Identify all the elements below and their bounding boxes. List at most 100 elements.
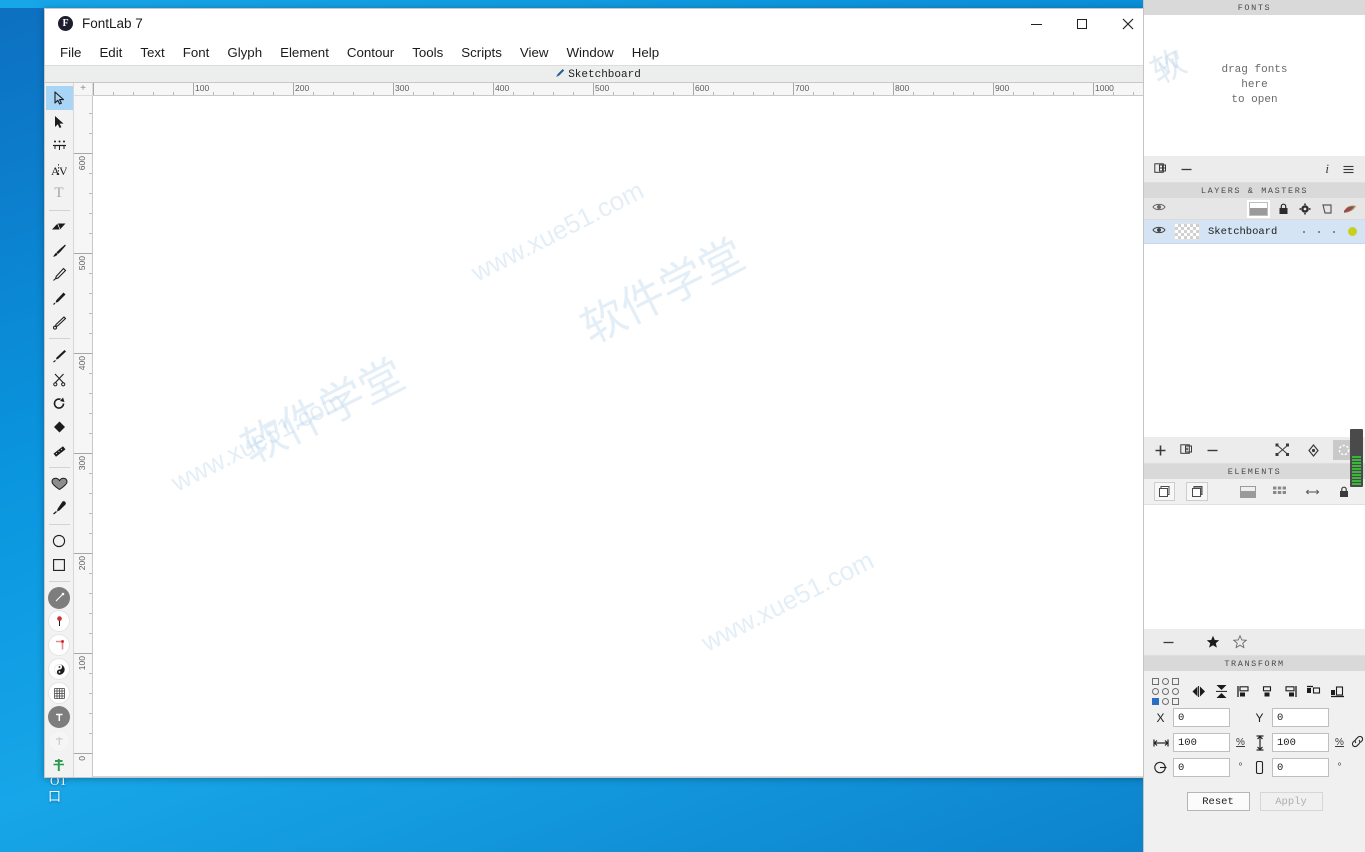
layer-row[interactable]: Sketchboard <box>1144 220 1365 244</box>
rapid-pen-tool[interactable] <box>46 286 73 310</box>
height-input[interactable]: 100 <box>1272 733 1329 752</box>
horizontal-ruler[interactable]: 100 200 300 400 500 600 700 800 900 1000 <box>93 83 1151 96</box>
plus-element-tool[interactable] <box>46 753 73 777</box>
shape-fill-tool[interactable] <box>46 472 73 496</box>
tab-sketchboard[interactable]: Sketchboard <box>555 66 641 84</box>
layer-color-dot[interactable] <box>1348 227 1357 236</box>
anchor-top-left[interactable] <box>1152 677 1159 685</box>
layer-thumbnail-icon[interactable] <box>1249 201 1268 216</box>
lock-icon[interactable] <box>1278 203 1289 215</box>
paint-bucket-tool[interactable] <box>46 415 73 439</box>
ruler-tool[interactable] <box>46 439 73 463</box>
align-left-icon[interactable] <box>1237 685 1251 698</box>
layers-panel-body[interactable] <box>1144 244 1365 437</box>
eraser-tool[interactable] <box>46 215 73 239</box>
ellipse-tool[interactable] <box>46 529 73 553</box>
anchor-top-right[interactable] <box>1172 677 1179 685</box>
menu-element[interactable]: Element <box>271 42 338 63</box>
flip-vertical-icon[interactable] <box>1215 684 1228 699</box>
apply-button[interactable]: Apply <box>1259 792 1323 811</box>
rotate-input[interactable]: 0 <box>1173 758 1230 777</box>
minimize-button[interactable] <box>1013 9 1059 39</box>
menu-view[interactable]: View <box>511 42 558 63</box>
flip-horizontal-icon[interactable] <box>1191 685 1206 698</box>
x-input[interactable]: 0 <box>1173 708 1230 727</box>
scissors-tool[interactable] <box>46 367 73 391</box>
kerning-tool[interactable]: A V <box>46 158 73 182</box>
remove-layer-icon[interactable] <box>1180 163 1193 176</box>
add-icon[interactable] <box>1154 444 1167 457</box>
anchor-top-center[interactable] <box>1162 677 1169 685</box>
info-icon[interactable]: i <box>1325 161 1329 177</box>
width-unit[interactable]: % <box>1234 737 1247 748</box>
anchor-middle-center[interactable] <box>1162 687 1169 695</box>
menu-font[interactable]: Font <box>174 42 219 63</box>
layer-flag-dot[interactable] <box>1303 230 1305 233</box>
menu-tools[interactable]: Tools <box>403 42 452 63</box>
anchor-bottom-left[interactable] <box>1152 697 1159 705</box>
new-element-icon[interactable] <box>1154 482 1176 501</box>
layer-visibility-icon[interactable] <box>1152 225 1174 238</box>
eyedropper-tool[interactable] <box>46 496 73 520</box>
anchor-bottom-right[interactable] <box>1172 697 1179 705</box>
rectangle-tool[interactable] <box>46 553 73 577</box>
menu-edit[interactable]: Edit <box>90 42 131 63</box>
pencil-tool[interactable] <box>46 310 73 334</box>
shape-icon[interactable] <box>1321 203 1333 215</box>
settings-icon[interactable] <box>1307 443 1320 457</box>
align-center-icon[interactable] <box>1260 685 1274 698</box>
elements-zoom-slider[interactable] <box>1350 429 1363 487</box>
remove-icon[interactable] <box>1206 444 1219 457</box>
menu-file[interactable]: File <box>51 42 90 63</box>
reset-button[interactable]: Reset <box>1186 792 1250 811</box>
grid-tool[interactable] <box>46 681 73 705</box>
measure-tool[interactable] <box>46 134 73 158</box>
menu-glyph[interactable]: Glyph <box>218 42 271 63</box>
elements-panel-body[interactable] <box>1144 505 1365 629</box>
menu-scripts[interactable]: Scripts <box>452 42 511 63</box>
maximize-button[interactable] <box>1059 9 1105 39</box>
sketchboard-canvas[interactable]: www.xue51.com www.xue51.com www.xue51.co… <box>93 96 1151 777</box>
collapse-icon[interactable] <box>1162 636 1175 649</box>
transform-icon[interactable] <box>1275 443 1290 457</box>
menu-text[interactable]: Text <box>131 42 173 63</box>
height-unit[interactable]: % <box>1333 737 1346 748</box>
direct-select-tool[interactable] <box>46 110 73 134</box>
link-proportions-icon[interactable] <box>1351 735 1364 751</box>
y-input[interactable]: 0 <box>1272 708 1329 727</box>
ghost-tool[interactable] <box>46 729 73 753</box>
width-input[interactable]: 100 <box>1173 733 1230 752</box>
menu-window[interactable]: Window <box>557 42 622 63</box>
ruler-origin-icon[interactable]: + <box>74 83 93 96</box>
knife-tool[interactable] <box>46 343 73 367</box>
slant-input[interactable]: 0 <box>1272 758 1329 777</box>
star-outline-icon[interactable] <box>1233 635 1247 649</box>
select-arrow-tool[interactable] <box>45 86 73 110</box>
thumbnail-view-icon[interactable] <box>1237 482 1258 501</box>
pin-tool[interactable] <box>46 610 73 634</box>
menu-icon[interactable] <box>1342 163 1355 176</box>
gear-icon[interactable] <box>1299 203 1311 215</box>
align-bottom-icon[interactable] <box>1330 685 1345 698</box>
anchor-middle-right[interactable] <box>1172 687 1179 695</box>
duplicate-icon[interactable] <box>1180 443 1193 457</box>
anchor-tool[interactable] <box>46 705 73 729</box>
power-guide-tool[interactable] <box>46 586 73 610</box>
corner-tool[interactable] <box>46 633 73 657</box>
yin-yang-tool[interactable] <box>46 657 73 681</box>
layer-flag-dot[interactable] <box>1318 230 1320 233</box>
grid-view-icon[interactable] <box>1269 482 1290 501</box>
scale-tool[interactable] <box>46 391 73 415</box>
copy-element-icon[interactable] <box>1186 482 1208 501</box>
duplicate-layer-icon[interactable] <box>1154 162 1167 176</box>
align-right-icon[interactable] <box>1283 685 1297 698</box>
align-top-icon[interactable] <box>1306 685 1321 698</box>
star-filled-icon[interactable] <box>1206 635 1220 649</box>
layer-flag-dot[interactable] <box>1333 230 1335 233</box>
menu-contour[interactable]: Contour <box>338 42 403 63</box>
vertical-ruler[interactable]: 0 100 200 300 400 500 600 <box>74 96 93 777</box>
menu-help[interactable]: Help <box>623 42 668 63</box>
text-tool[interactable]: T <box>46 182 73 206</box>
brush-tool[interactable] <box>46 239 73 263</box>
color-swatch-icon[interactable] <box>1343 204 1357 214</box>
